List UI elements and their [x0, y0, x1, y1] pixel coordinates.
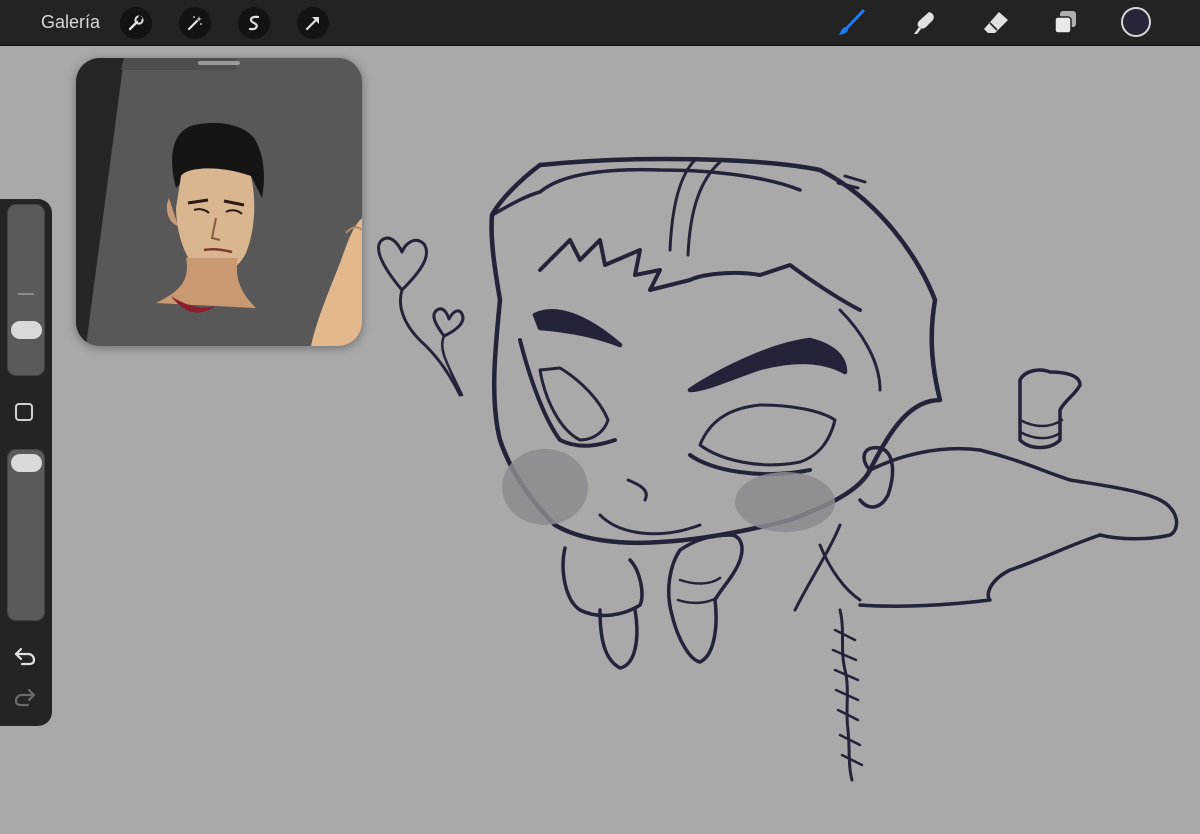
brush-icon[interactable]	[836, 8, 866, 38]
gallery-button[interactable]: Galería	[41, 12, 100, 33]
reference-drag-handle[interactable]	[198, 61, 240, 65]
square-modify-icon[interactable]	[15, 403, 33, 421]
reference-window[interactable]	[76, 58, 362, 346]
top-toolbar: Galería	[0, 0, 1200, 46]
transform-arrow-icon[interactable]	[297, 7, 329, 39]
opacity-thumb[interactable]	[11, 454, 42, 472]
magic-wand-icon[interactable]	[179, 7, 211, 39]
opacity-slider[interactable]	[7, 449, 45, 621]
layers-icon[interactable]	[1051, 8, 1081, 38]
left-sidebar	[0, 199, 52, 726]
brush-size-thumb[interactable]	[11, 321, 42, 339]
selection-s-icon[interactable]	[238, 7, 270, 39]
slider-tick	[18, 293, 34, 295]
eraser-icon[interactable]	[981, 8, 1011, 38]
color-picker-button[interactable]	[1121, 7, 1151, 37]
redo-icon[interactable]	[13, 687, 37, 707]
smudge-icon[interactable]	[909, 8, 939, 38]
brush-size-slider[interactable]	[7, 204, 45, 376]
reference-portrait-image	[76, 58, 362, 346]
wrench-icon[interactable]	[120, 7, 152, 39]
undo-icon[interactable]	[13, 646, 37, 666]
